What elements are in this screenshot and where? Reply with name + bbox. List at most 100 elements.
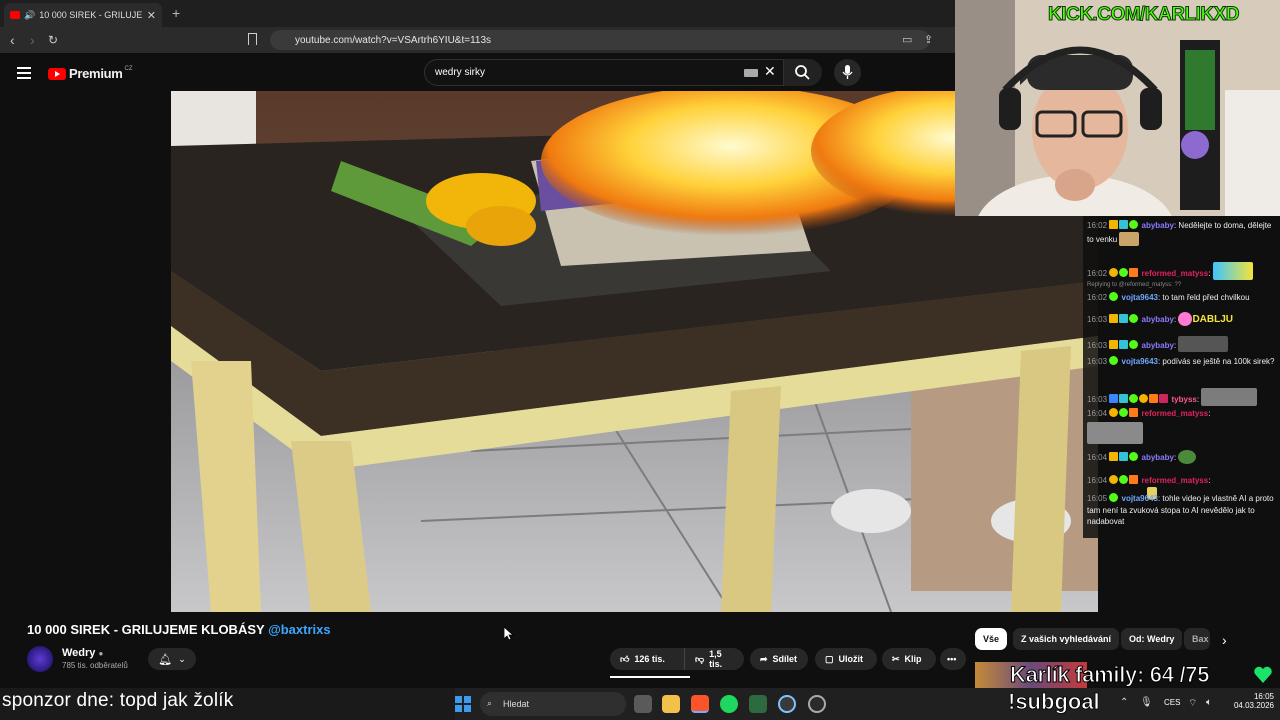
clear-search-icon[interactable]: ✕	[764, 63, 776, 80]
chat-time: 16:03	[1087, 395, 1108, 404]
language-indicator[interactable]: CES	[1164, 698, 1180, 707]
save-button[interactable]: ▢ Uložit	[815, 648, 877, 670]
speaker-icon[interactable]: 🔊	[24, 10, 35, 21]
mouse-cursor-icon	[504, 627, 514, 641]
chat-reply-context: Replying to @reformed_matyss: ??	[1087, 282, 1182, 288]
like-button[interactable]: 👍︎ 126 tis.	[610, 648, 684, 670]
subgoal-overlay: !subgoal	[1008, 689, 1100, 715]
streamer-webcam	[955, 0, 1280, 216]
chat-text: :	[1173, 453, 1177, 462]
emote-icon	[1178, 336, 1229, 352]
taskbar-search-icon: ⌕	[487, 698, 493, 708]
browser-tab[interactable]: 🔊 10 000 SIREK - GRILUJEME KL ✕	[4, 3, 162, 27]
video-title-tag-link[interactable]: @baxtrixs	[268, 622, 331, 637]
logo-text: Premium	[69, 66, 123, 81]
share-page-icon[interactable]: ⇪	[924, 33, 933, 46]
chat-time: 16:02	[1087, 269, 1108, 278]
cast-icon[interactable]: ▭	[902, 33, 912, 46]
url-field[interactable]: youtube.com/watch?v=VSArtrh6YIU&t=113s	[270, 30, 930, 50]
chat-username[interactable]: reformed_matyss	[1142, 409, 1209, 418]
chip-all[interactable]: Vše	[975, 628, 1008, 650]
chat-time: 16:05	[1087, 494, 1108, 503]
youtube-favicon-icon	[10, 11, 20, 19]
sponsor-overlay: sponzor dne: topd jak žolík	[0, 688, 455, 720]
channel-name[interactable]: Wedry ●	[62, 647, 103, 659]
dislike-button[interactable]: 👎︎ 1,5 tis.	[684, 648, 744, 670]
chat-text: :	[1173, 315, 1177, 324]
chips-next-icon[interactable]: ›	[1222, 632, 1227, 648]
chat-text: :	[1208, 269, 1211, 278]
voice-search-button[interactable]	[834, 59, 861, 86]
share-label: Sdílet	[772, 654, 798, 664]
file-explorer-icon[interactable]	[662, 695, 680, 713]
taskbar-search-label: Hledat	[503, 699, 530, 709]
chat-username[interactable]: vojta9643	[1122, 357, 1158, 366]
chat-username[interactable]: abybaby	[1142, 453, 1174, 462]
chat-time: 16:04	[1087, 476, 1108, 485]
chat-username[interactable]: abybaby	[1142, 315, 1174, 324]
chip-bax[interactable]: Bax	[1184, 628, 1210, 650]
back-icon[interactable]: ‹	[10, 32, 15, 48]
share-button[interactable]: ➦ Sdílet	[750, 648, 808, 670]
wifi-icon[interactable]: ⌔	[1188, 697, 1197, 710]
bookmark-icon[interactable]	[248, 33, 257, 45]
task-view-icon[interactable]	[634, 695, 652, 713]
menu-icon[interactable]	[17, 67, 31, 82]
verified-icon: ●	[98, 649, 104, 658]
channel-avatar[interactable]	[27, 646, 53, 672]
more-icon: •••	[947, 654, 957, 664]
chat-text: :	[1196, 395, 1200, 404]
app-refresh-icon[interactable]	[778, 695, 796, 713]
chat-text: :	[1173, 341, 1177, 350]
family-goal-text: Karlík family: 64 /75	[1009, 662, 1210, 688]
chat-username[interactable]: tybyss	[1172, 395, 1197, 404]
close-tab-icon[interactable]: ✕	[147, 9, 156, 22]
forward-icon[interactable]: ›	[30, 32, 35, 48]
keyboard-icon[interactable]	[744, 69, 758, 77]
windows-start-icon[interactable]	[455, 696, 471, 712]
chat-text: : podívás se ještě na 100k sirek?	[1157, 357, 1275, 366]
app-circle-icon[interactable]	[808, 695, 826, 713]
reload-icon[interactable]: ↻	[48, 33, 58, 47]
chat-username[interactable]: abybaby	[1142, 221, 1174, 230]
chat-message-reply: Replying to @reformed_matyss: ?? 16:02 v…	[1087, 280, 1277, 303]
bell-icon: 🔔︎	[158, 653, 173, 666]
save-icon: ▢	[825, 653, 834, 664]
chat-username[interactable]: reformed_matyss	[1142, 476, 1209, 485]
chat-message: 16:04 reformed_matyss:	[1087, 408, 1277, 444]
tray-mic-icon[interactable]: 🎙︎	[1140, 697, 1153, 708]
new-tab-icon[interactable]: +	[172, 5, 180, 21]
clip-button[interactable]: ✂ Klip	[882, 648, 936, 670]
taskbar-search[interactable]: Hledat	[480, 692, 626, 716]
chat-username[interactable]: vojta9643	[1122, 494, 1158, 503]
taskbar-clock[interactable]: 16:05 04.03.2026	[1230, 692, 1274, 710]
chip-from-searches[interactable]: Z vašich vyhledávání	[1013, 628, 1120, 650]
subscription-bell-button[interactable]: 🔔︎ ⌄	[148, 648, 196, 670]
channel-name-text: Wedry	[62, 647, 96, 659]
chat-message: 16:02 reformed_matyss:	[1087, 262, 1277, 280]
search-button[interactable]	[784, 59, 822, 86]
more-actions-button[interactable]: •••	[940, 648, 966, 670]
spotify-icon[interactable]	[720, 695, 738, 713]
volume-icon[interactable]: 🔈︎	[1206, 697, 1212, 708]
youtube-header: Premium CZ wedry sirky ✕	[0, 53, 955, 91]
microphone-icon	[842, 65, 853, 79]
search-input[interactable]: wedry sirky	[424, 59, 784, 86]
chat-username[interactable]: abybaby	[1142, 341, 1174, 350]
app-icon[interactable]	[749, 695, 767, 713]
brave-browser-icon[interactable]	[691, 695, 709, 713]
chip-from-wedry[interactable]: Od: Wedry	[1121, 628, 1183, 650]
chat-message: 16:03 tybyss:	[1087, 388, 1277, 406]
youtube-play-icon	[48, 67, 66, 80]
thumbs-down-icon: 👎︎	[695, 653, 705, 664]
chat-text: :	[1208, 476, 1211, 485]
chat-username[interactable]: reformed_matyss	[1142, 269, 1209, 278]
url-text: youtube.com/watch?v=VSArtrh6YIU&t=113s	[295, 34, 492, 46]
video-title: 10 000 SIREK - GRILUJEME KLOBÁSY @baxtri…	[27, 622, 331, 637]
emote-icon	[1178, 450, 1197, 464]
tray-chevron-icon[interactable]: ⌃	[1120, 697, 1128, 708]
emote-icon	[1201, 388, 1258, 406]
youtube-premium-logo[interactable]: Premium CZ	[48, 66, 133, 81]
clock-date: 04.03.2026	[1233, 701, 1274, 710]
chat-username[interactable]: vojta9643	[1122, 293, 1158, 302]
